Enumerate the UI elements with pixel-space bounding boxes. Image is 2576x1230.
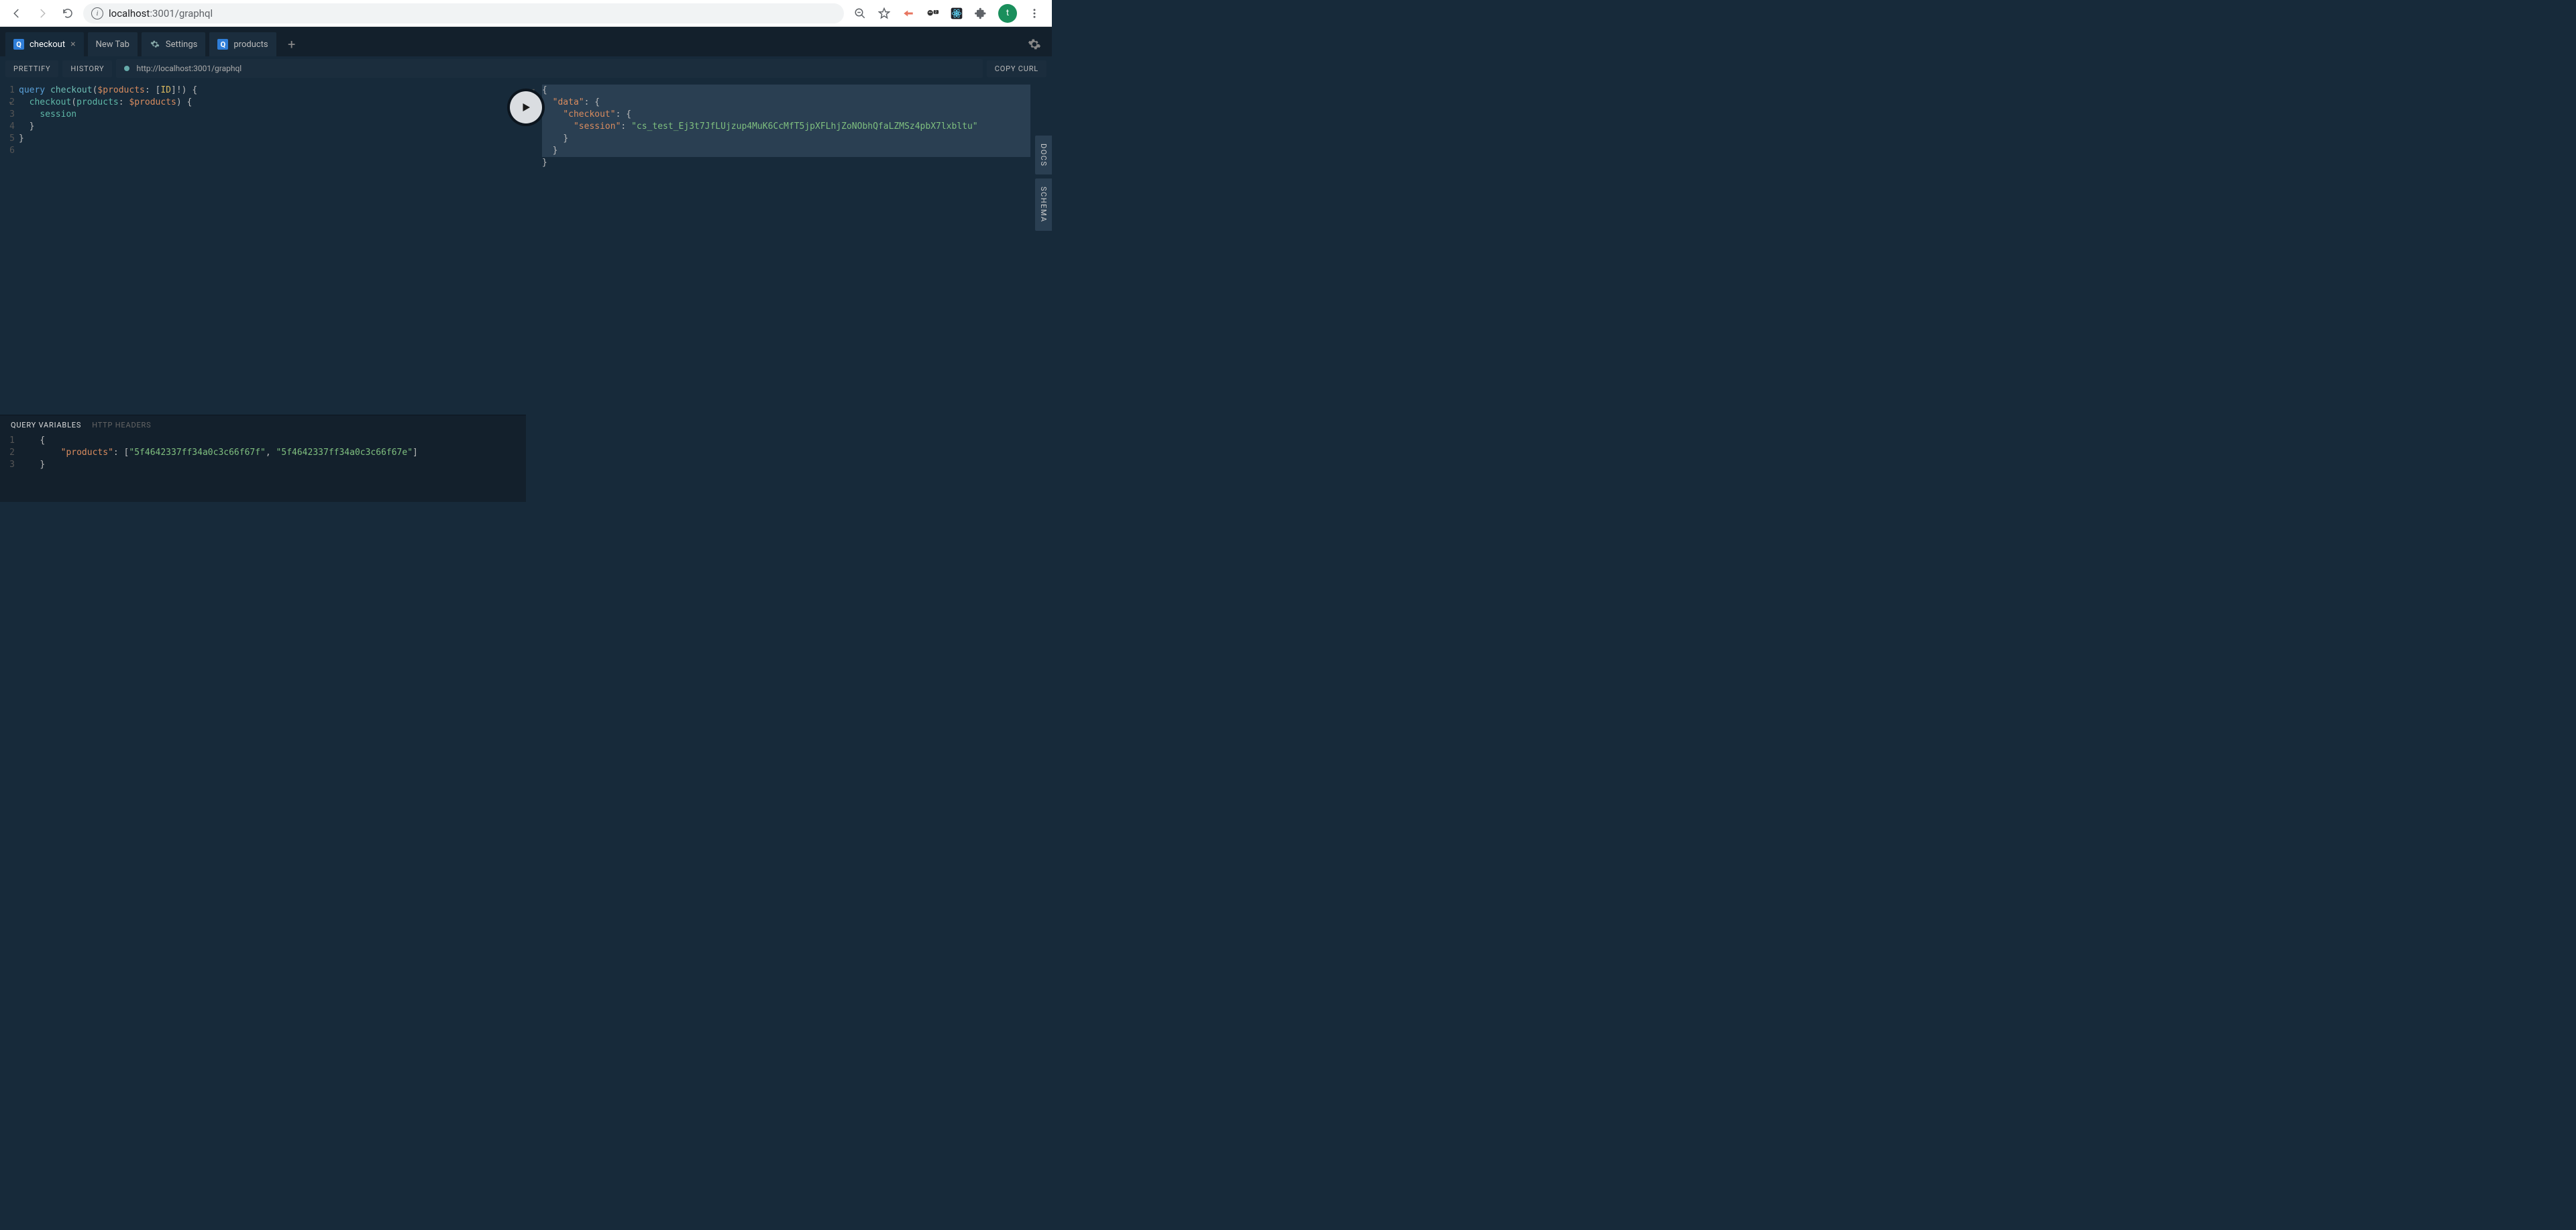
back-button[interactable] bbox=[7, 3, 27, 23]
tab-settings[interactable]: Settings bbox=[142, 32, 205, 56]
close-icon[interactable]: × bbox=[70, 39, 75, 50]
graphql-playground: Q checkout × New Tab Settings Q products… bbox=[0, 27, 1052, 502]
address-bar[interactable]: i localhost:3001/graphql bbox=[83, 3, 844, 23]
tab-checkout[interactable]: Q checkout × bbox=[5, 32, 84, 56]
tab-label: New Tab bbox=[96, 40, 129, 50]
add-tab-button[interactable]: + bbox=[280, 33, 303, 56]
zoom-icon[interactable] bbox=[853, 7, 867, 20]
main-panels: 1 ▾ 2 3 4 5 6 query checkout($products: … bbox=[0, 81, 1052, 502]
playground-settings-button[interactable] bbox=[1022, 32, 1046, 56]
tab-query-variables[interactable]: QUERY VARIABLES bbox=[11, 421, 81, 429]
browser-menu-icon[interactable] bbox=[1028, 7, 1041, 20]
tab-new[interactable]: New Tab bbox=[88, 32, 138, 56]
site-info-icon[interactable]: i bbox=[91, 7, 103, 19]
query-icon: Q bbox=[217, 39, 228, 50]
playground-toolbar: PRETTIFY HISTORY http://localhost:3001/g… bbox=[0, 56, 1052, 81]
svg-text:2: 2 bbox=[935, 10, 937, 14]
browser-actions: 2 t bbox=[849, 4, 1045, 23]
browser-toolbar: i localhost:3001/graphql 2 t bbox=[0, 0, 1052, 27]
result-viewer[interactable]: ▾ ▾ ▾ { "data": { "checkout": { "session… bbox=[526, 85, 1052, 169]
copy-curl-button[interactable]: COPY CURL bbox=[987, 60, 1046, 77]
query-icon: Q bbox=[13, 39, 24, 50]
query-editor-pane: 1 ▾ 2 3 4 5 6 query checkout($products: … bbox=[0, 81, 526, 502]
schema-tab[interactable]: SCHEMA bbox=[1035, 178, 1052, 231]
tab-label: products bbox=[233, 40, 268, 50]
line-gutter: 1 ▾ 2 3 4 5 6 bbox=[0, 85, 19, 411]
variables-tabs: QUERY VARIABLES HTTP HEADERS bbox=[0, 415, 526, 432]
prettify-button[interactable]: PRETTIFY bbox=[5, 60, 58, 77]
extension-icon-3[interactable] bbox=[950, 7, 963, 20]
result-pane: ▾ ▾ ▾ { "data": { "checkout": { "session… bbox=[526, 81, 1052, 502]
gear-icon bbox=[150, 39, 160, 50]
line-gutter: 1 2 3 bbox=[0, 435, 19, 499]
query-code[interactable]: query checkout($products: [ID]!) { check… bbox=[19, 85, 526, 411]
query-editor[interactable]: 1 ▾ 2 3 4 5 6 query checkout($products: … bbox=[0, 81, 526, 415]
bookmark-icon[interactable] bbox=[877, 7, 891, 20]
execute-button[interactable] bbox=[510, 91, 542, 123]
variables-code[interactable]: { "products": ["5f4642337ff34a0c3c66f67f… bbox=[19, 435, 526, 499]
extension-icon-2[interactable]: 2 bbox=[926, 7, 939, 20]
extension-icon-1[interactable] bbox=[902, 7, 915, 20]
url-text: localhost:3001/graphql bbox=[109, 7, 213, 19]
extensions-menu-icon[interactable] bbox=[974, 7, 987, 20]
endpoint-input[interactable]: http://localhost:3001/graphql bbox=[116, 59, 982, 78]
tab-label: checkout bbox=[30, 40, 65, 50]
variables-pane: QUERY VARIABLES HTTP HEADERS 1 2 3 { "pr… bbox=[0, 415, 526, 502]
playground-tabs: Q checkout × New Tab Settings Q products… bbox=[0, 27, 1052, 56]
endpoint-url: http://localhost:3001/graphql bbox=[136, 64, 241, 73]
history-button[interactable]: HISTORY bbox=[62, 60, 112, 77]
profile-avatar[interactable]: t bbox=[998, 4, 1017, 23]
reload-button[interactable] bbox=[58, 3, 78, 23]
status-dot-icon bbox=[124, 66, 129, 71]
tab-label: Settings bbox=[166, 40, 197, 50]
variables-editor[interactable]: 1 2 3 { "products": ["5f4642337ff34a0c3c… bbox=[0, 432, 526, 502]
tab-http-headers[interactable]: HTTP HEADERS bbox=[92, 421, 151, 429]
tab-products[interactable]: Q products bbox=[209, 32, 276, 56]
forward-button[interactable] bbox=[32, 3, 52, 23]
result-code: { "data": { "checkout": { "session": "cs… bbox=[542, 85, 1052, 169]
